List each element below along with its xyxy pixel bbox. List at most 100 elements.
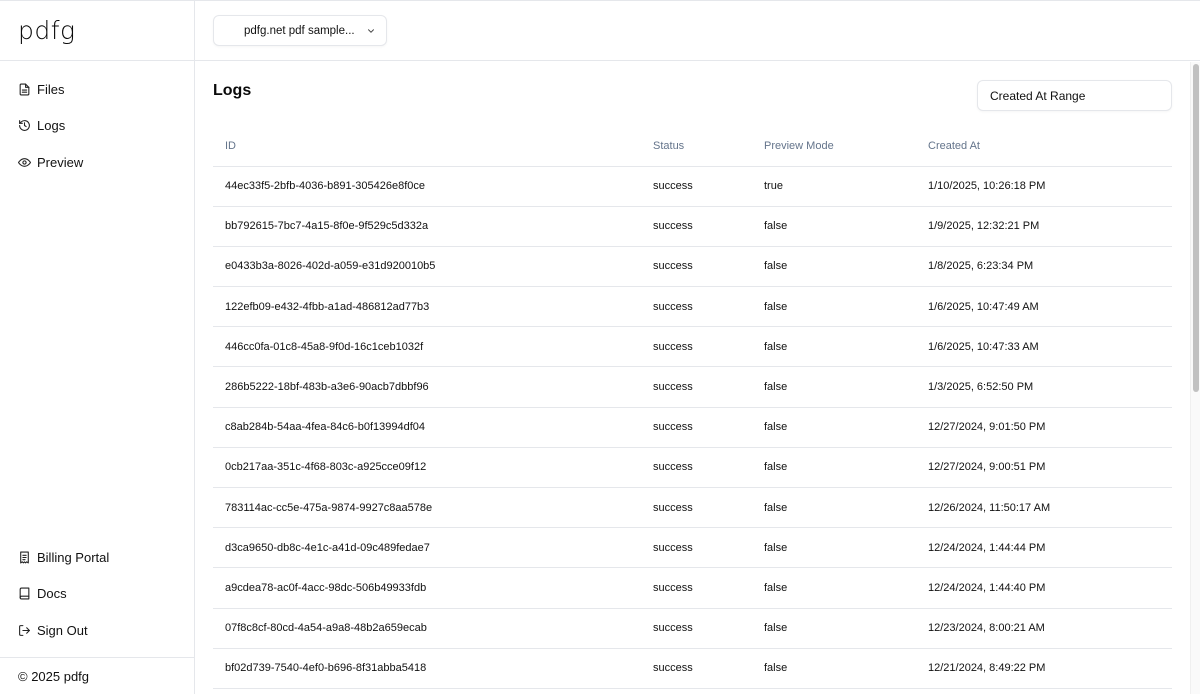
created-at-cell: 1/8/2025, 6:23:34 PM [928, 246, 1172, 288]
sidebar-nav: Files Logs Preview [0, 71, 194, 181]
sidebar-item-files[interactable]: Files [0, 71, 194, 108]
sidebar-item-label: Logs [37, 118, 66, 134]
preview-mode-cell: true [764, 166, 928, 207]
created-at-cell: 1/3/2025, 6:52:50 PM [928, 366, 1172, 408]
table-row[interactable]: bf02d739-7540-4ef0-b696-8f31abba5418 succ… [213, 648, 1172, 689]
created-at-cell: 12/27/2024, 9:00:51 PM [928, 447, 1172, 489]
table-row[interactable]: 0cb217aa-351c-4f68-803c-a925cce09f12 succ… [213, 447, 1172, 489]
log-id-cell: bf02d739-7540-4ef0-b696-8f31abba5418 [213, 648, 653, 689]
preview-mode-cell: false [764, 206, 928, 247]
preview-mode-cell: false [764, 487, 928, 529]
table-row[interactable]: 783114ac-cc5e-475a-9874-9927c8aa578e succ… [213, 487, 1172, 529]
sidebar-item-preview[interactable]: Preview [0, 144, 194, 181]
chevron-down-icon [368, 29, 374, 33]
status-cell: success [653, 246, 764, 288]
status-cell: success [653, 447, 764, 489]
preview-mode-cell: false [764, 447, 928, 489]
log-id-cell: 07f8c8cf-80cd-4a54-a9a8-48b2a659ecab [213, 608, 653, 649]
status-cell: success [653, 608, 764, 649]
preview-mode-cell: false [764, 246, 928, 288]
table-row[interactable]: bb792615-7bc7-4a15-8f0e-9f529c5d332a succ… [213, 206, 1172, 247]
status-cell: success [653, 487, 764, 529]
sidebar-footer: © 2025 pdfg [0, 657, 194, 694]
main-content: Logs Created At Range ID Status Preview … [195, 62, 1190, 694]
sidebar: pdfg Files Logs Preview Billing Portal D… [0, 1, 195, 694]
log-id-cell: 0cb217aa-351c-4f68-803c-a925cce09f12 [213, 447, 653, 489]
preview-mode-cell: false [764, 567, 928, 609]
created-at-cell: 12/26/2024, 11:50:17 AM [928, 487, 1172, 529]
receipt-icon [20, 551, 29, 564]
sidebar-item-logs[interactable]: Logs [0, 108, 194, 145]
sidebar-item-label: Docs [37, 586, 67, 602]
log-id-cell: d3ca9650-db8c-4e1c-a41d-09c489fedae7 [213, 527, 653, 569]
table-row[interactable]: d3ca9650-db8c-4e1c-a41d-09c489fedae7 succ… [213, 527, 1172, 569]
logs-table: ID Status Preview Mode Created At 44ec33… [213, 127, 1172, 689]
status-cell: success [653, 366, 764, 408]
created-at-cell: 1/6/2025, 10:47:33 AM [928, 326, 1172, 368]
log-out-icon [19, 624, 30, 636]
log-id-cell: 122efb09-e432-4fbb-a1ad-486812ad77b3 [213, 286, 653, 328]
created-at-cell: 1/6/2025, 10:47:49 AM [928, 286, 1172, 328]
preview-mode-cell: false [764, 366, 928, 408]
column-header-id[interactable]: ID [213, 127, 653, 167]
table-row[interactable]: 286b5222-18bf-483b-a3e6-90acb7dbbf96 succ… [213, 366, 1172, 408]
sidebar-item-sign-out[interactable]: Sign Out [0, 612, 194, 649]
sidebar-item-label: Files [37, 81, 65, 97]
eye-icon [18, 157, 31, 167]
column-header-preview-mode[interactable]: Preview Mode [764, 127, 928, 167]
created-at-cell: 1/9/2025, 12:32:21 PM [928, 206, 1172, 247]
table-row[interactable]: 122efb09-e432-4fbb-a1ad-486812ad77b3 succ… [213, 286, 1172, 328]
status-cell: success [653, 527, 764, 569]
scrollbar[interactable] [1190, 62, 1200, 694]
status-cell: success [653, 166, 764, 207]
log-id-cell: 446cc0fa-01c8-45a8-9f0d-16c1ceb1032f [213, 326, 653, 368]
sidebar-item-label: Preview [37, 154, 84, 170]
status-cell: success [653, 326, 764, 368]
preview-mode-cell: false [764, 527, 928, 569]
copyright-text: © 2025 pdfg [18, 668, 90, 684]
file-text-icon [19, 83, 30, 96]
column-header-created-at[interactable]: Created At [928, 127, 1172, 167]
sidebar-item-docs[interactable]: Docs [0, 576, 194, 613]
sidebar-bottom-nav: Billing Portal Docs Sign Out [0, 539, 194, 649]
preview-mode-cell: false [764, 326, 928, 368]
logo[interactable]: pdfg [18, 18, 76, 43]
sidebar-item-label: Sign Out [37, 622, 88, 638]
project-select[interactable]: pdfg.net pdf sample... [213, 15, 387, 46]
book-icon [19, 587, 30, 600]
status-cell: success [653, 648, 764, 689]
project-select-value: pdfg.net pdf sample... [244, 24, 355, 37]
table-row[interactable]: c8ab284b-54aa-4fea-84c6-b0f13994df04 succ… [213, 407, 1172, 448]
table-row[interactable]: 446cc0fa-01c8-45a8-9f0d-16c1ceb1032f succ… [213, 326, 1172, 368]
status-cell: success [653, 567, 764, 609]
app-window: pdfg Files Logs Preview Billing Portal D… [0, 0, 1200, 694]
status-cell: success [653, 206, 764, 247]
sidebar-item-label: Billing Portal [37, 549, 110, 565]
column-header-status[interactable]: Status [653, 127, 764, 167]
scrollbar-thumb[interactable] [1193, 64, 1199, 392]
table-row[interactable]: 07f8c8cf-80cd-4a54-a9a8-48b2a659ecab succ… [213, 608, 1172, 649]
log-id-cell: 286b5222-18bf-483b-a3e6-90acb7dbbf96 [213, 366, 653, 408]
page-title: Logs [213, 82, 252, 99]
range-button-label: Created At Range [990, 88, 1086, 103]
table-row[interactable]: a9cdea78-ac0f-4acc-98dc-506b49933fdb succ… [213, 567, 1172, 609]
table-row[interactable]: e0433b3a-8026-402d-a059-e31d920010b5 succ… [213, 246, 1172, 288]
created-at-cell: 12/24/2024, 1:44:44 PM [928, 527, 1172, 569]
history-icon [19, 120, 30, 132]
table-body: 44ec33f5-2bfb-4036-b891-305426e8f0ce succ… [213, 166, 1172, 689]
log-id-cell: c8ab284b-54aa-4fea-84c6-b0f13994df04 [213, 407, 653, 448]
created-at-range-button[interactable]: Created At Range [977, 80, 1172, 111]
table-header: ID Status Preview Mode Created At [213, 127, 1172, 167]
log-id-cell: a9cdea78-ac0f-4acc-98dc-506b49933fdb [213, 567, 653, 609]
status-cell: success [653, 407, 764, 448]
sidebar-item-billing-portal[interactable]: Billing Portal [0, 539, 194, 576]
created-at-cell: 1/10/2025, 10:26:18 PM [928, 166, 1172, 207]
table-row[interactable]: 44ec33f5-2bfb-4036-b891-305426e8f0ce succ… [213, 166, 1172, 207]
log-id-cell: bb792615-7bc7-4a15-8f0e-9f529c5d332a [213, 206, 653, 247]
log-id-cell: 44ec33f5-2bfb-4036-b891-305426e8f0ce [213, 166, 653, 207]
created-at-cell: 12/23/2024, 8:00:21 AM [928, 608, 1172, 649]
status-cell: success [653, 286, 764, 328]
topbar: pdfg.net pdf sample... [195, 1, 1200, 61]
logo-area: pdfg [0, 1, 194, 61]
log-id-cell: e0433b3a-8026-402d-a059-e31d920010b5 [213, 246, 653, 288]
